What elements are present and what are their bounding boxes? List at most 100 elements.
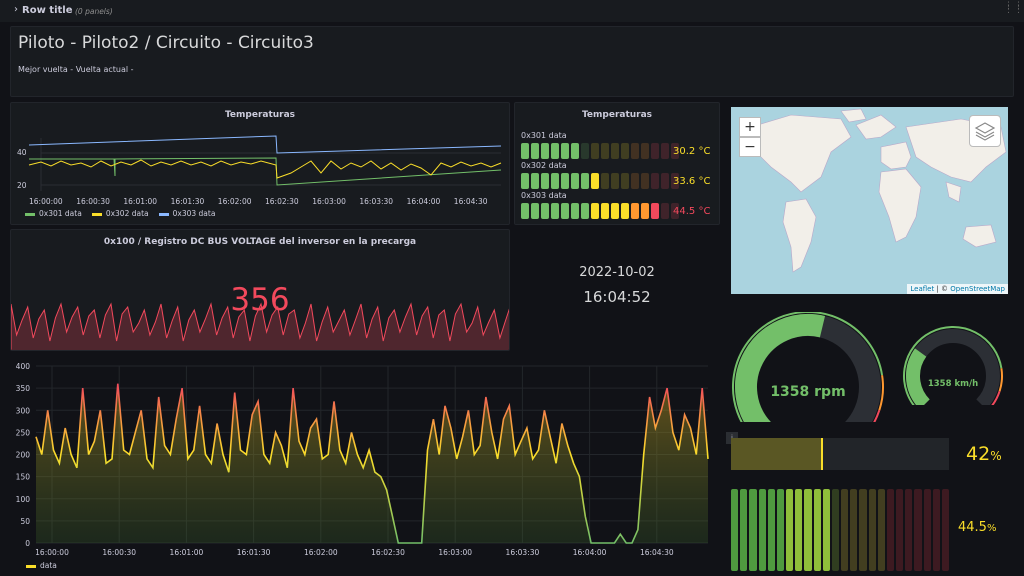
temperature-bargauge-panel[interactable]: Temperaturas 0x301 data 30.2 °C 0x302 da…: [514, 102, 720, 225]
zoom-out-button[interactable]: −: [739, 137, 761, 157]
bargauge-segment: [591, 203, 599, 219]
x-tick: 16:04:00: [407, 197, 441, 206]
led-segment: [850, 489, 858, 571]
led-segment: [804, 489, 812, 571]
bargauge-segment: [561, 203, 569, 219]
x-tick: 16:04:30: [640, 548, 674, 557]
world-map-land: [750, 108, 1007, 273]
clock-time: 16:04:52: [583, 288, 651, 306]
x-tick: 16:03:00: [438, 548, 472, 557]
bargauge-segment: [551, 203, 559, 219]
x-tick: 16:01:30: [237, 548, 271, 557]
row-title[interactable]: Row title: [22, 5, 73, 16]
legend-item[interactable]: data: [26, 561, 57, 570]
data-line-chart[interactable]: 400 350 300 250 200 150 100 50 0 16:00:00 16:00:30…: [0, 358, 715, 576]
bargauge-segment: [581, 143, 589, 159]
bargauge-segment: [521, 173, 529, 189]
legend-item[interactable]: 0x301 data: [25, 209, 82, 218]
dcbus-stat-panel[interactable]: 0x100 / Registro DC BUS VOLTAGE del inve…: [10, 229, 510, 351]
led-segment: [886, 489, 895, 571]
led-segment: [914, 489, 922, 571]
bargauge-segment: [621, 203, 629, 219]
bargauge-segment: [601, 203, 609, 219]
led-segment: [795, 489, 803, 571]
gauge-fill: [735, 314, 826, 422]
row-panel-count: (0 panels): [75, 7, 113, 16]
page-subtitle: Mejor vuelta - Vuelta actual -: [18, 65, 134, 74]
data-legend: data: [26, 561, 57, 570]
y-tick: 200: [16, 451, 31, 460]
bargauge-value: 30.2 °C: [673, 146, 711, 157]
bargauge-row-2: [521, 203, 679, 219]
world-map[interactable]: + − Leaflet | © OpenStreetMap: [731, 107, 1008, 294]
y-tick: 400: [16, 362, 31, 371]
led-segment: [822, 489, 830, 571]
led-segment: [877, 489, 885, 571]
x-tick: 16:00:30: [102, 548, 136, 557]
speed-value: 1358 km/h: [927, 379, 979, 389]
row-header[interactable]: › Row title (0 panels) ⋮⋮ ⋮⋮: [0, 0, 1024, 22]
y-tick: 300: [16, 406, 31, 415]
bargauge-segment: [551, 143, 559, 159]
bargauge-segment: [531, 173, 539, 189]
bargauge-segment: [571, 143, 579, 159]
legend-item[interactable]: 0x302 data: [91, 209, 149, 218]
x-tick: 16:02:30: [265, 197, 299, 206]
rpm-value: 1358 rpm: [770, 384, 846, 400]
bargauge-segment: [641, 143, 649, 159]
bargauge-segment: [591, 143, 599, 159]
y-tick: 0: [25, 539, 30, 548]
bargauge-segment: [661, 203, 669, 219]
bargauge-segment: [571, 203, 579, 219]
temperature-chart-panel[interactable]: Temperaturas 40 20 16:00:00 16:00:30 16:01…: [10, 102, 510, 225]
chevron-right-icon[interactable]: ›: [14, 4, 18, 15]
temperature-chart[interactable]: 40 20 16:00:00 16:00:30 16:01:00 16:01:30 16…: [11, 103, 511, 226]
bargauge-segment: [621, 143, 629, 159]
bargauge-row-0: [521, 143, 679, 159]
bargauge-segment: [641, 203, 649, 219]
layers-button[interactable]: [969, 115, 1001, 147]
bargauge-segment: [651, 203, 659, 219]
led-segment: [932, 489, 940, 571]
bargauge-segment: [581, 203, 589, 219]
legend-item[interactable]: 0x303 data: [158, 209, 215, 218]
bargauge-segment: [621, 173, 629, 189]
bargauge-segment: [611, 143, 619, 159]
bargauge-segment: [541, 143, 549, 159]
header-panel: Piloto - Piloto2 / Circuito - Circuito3 …: [10, 26, 1014, 97]
series-0x302-line: [28, 159, 502, 179]
y-tick: 20: [17, 181, 27, 190]
bargauge-segment: [591, 173, 599, 189]
bargauge-segment: [641, 173, 649, 189]
y-tick: 250: [16, 428, 31, 437]
bargauge-segment: [541, 173, 549, 189]
led-segment: [740, 489, 748, 571]
y-tick: 100: [16, 495, 31, 504]
led-segment: [841, 489, 849, 571]
zoom-in-button[interactable]: +: [739, 117, 761, 137]
rpm-gauge: [732, 312, 884, 422]
y-tick: 50: [20, 517, 30, 526]
osm-link[interactable]: OpenStreetMap: [950, 285, 1005, 293]
bargauge-value: 33.6 °C: [673, 176, 711, 187]
led-segment: [831, 489, 840, 571]
bargauge-segment: [631, 143, 639, 159]
leaflet-link[interactable]: Leaflet: [910, 285, 934, 293]
led-percent-value: 44.5%: [958, 520, 997, 535]
drag-handle-icon[interactable]: ⋮⋮ ⋮⋮: [1004, 2, 1024, 15]
bargauge-segment: [601, 173, 609, 189]
bargauge-segment: [561, 143, 569, 159]
led-segment: [813, 489, 821, 571]
bargauge-segment: [631, 173, 639, 189]
map-attribution: Leaflet | © OpenStreetMap: [907, 284, 1008, 294]
bargauge-label: 0x303 data: [521, 191, 567, 200]
bargauge-segment: [611, 173, 619, 189]
bargauge-segment: [551, 173, 559, 189]
panel-title: Temperaturas: [581, 110, 653, 120]
led-segment: [941, 489, 950, 571]
bargauge-value: 44.5 °C: [673, 206, 711, 217]
bargauge-row-1: [521, 173, 679, 189]
x-tick: 16:02:00: [218, 197, 252, 206]
clock-date: 2022-10-02: [579, 265, 655, 280]
x-tick: 16:04:30: [454, 197, 488, 206]
